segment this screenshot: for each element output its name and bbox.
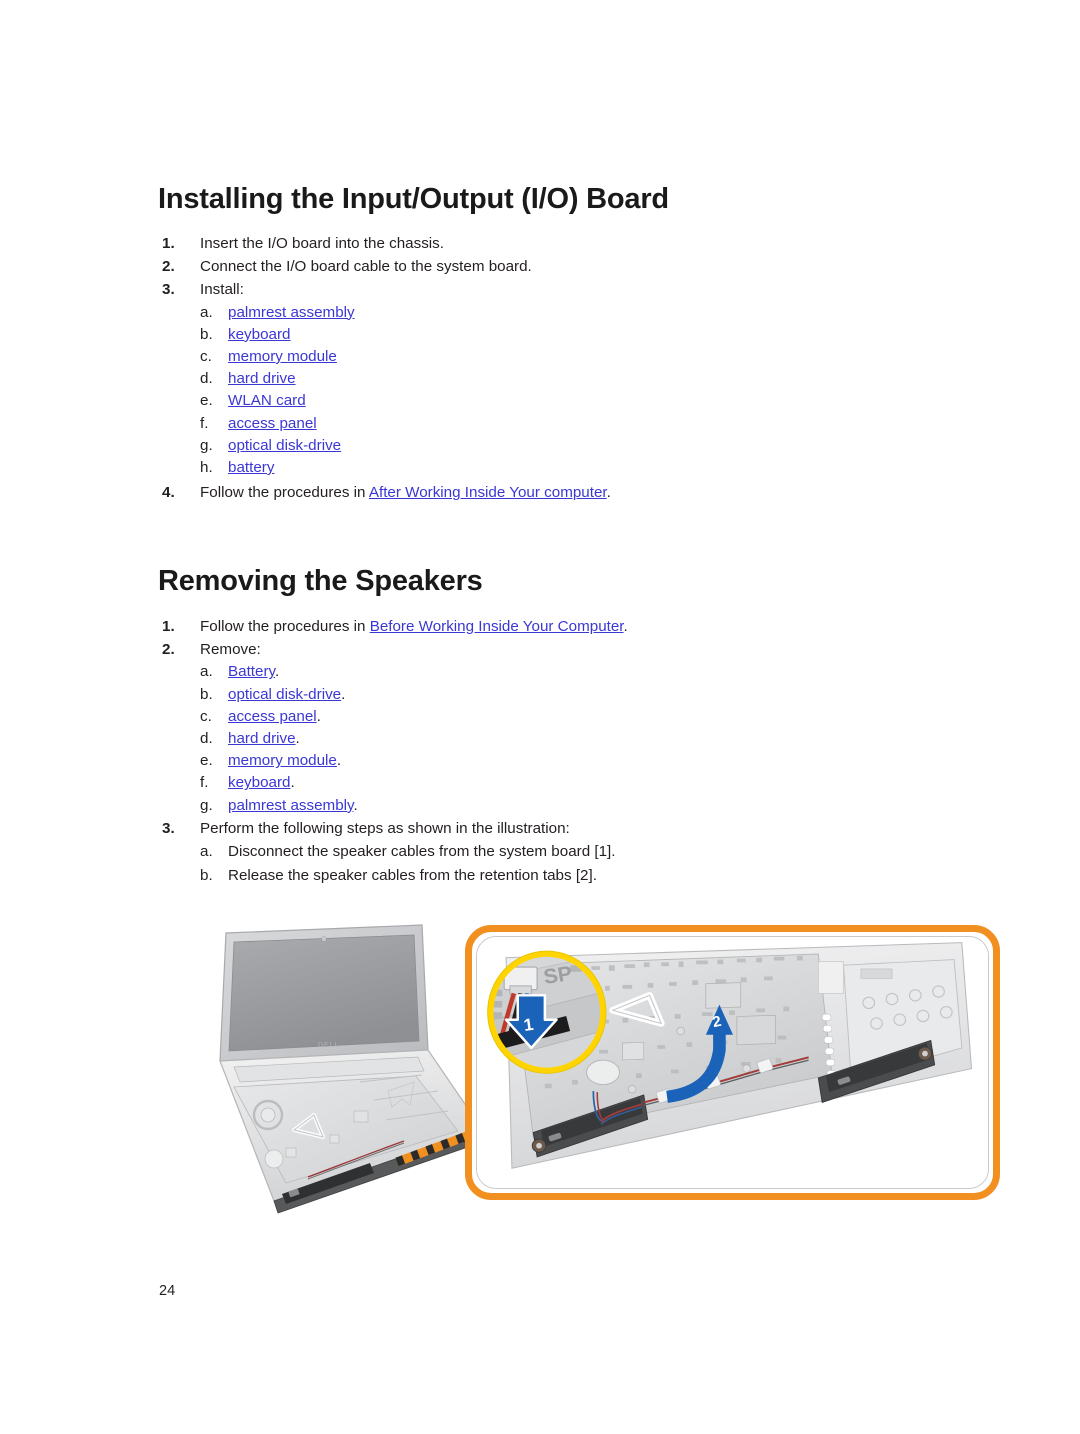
list-item: 4. Follow the procedures in After Working… [158, 481, 978, 504]
step-text-lead: Follow the procedures in [200, 618, 370, 635]
item-letter: g. [200, 796, 213, 814]
list-item: c. access panel. [200, 706, 978, 728]
list-item: 2. Connect the I/O board cable to the sys… [158, 255, 978, 278]
step-number: 2. [162, 258, 175, 276]
link-memory-module[interactable]: memory module [228, 752, 337, 769]
item-tail: . [316, 707, 321, 725]
link-after-working-inside-your-computer[interactable]: After Working Inside Your computer [369, 484, 607, 501]
link-hard-drive[interactable]: hard drive [228, 730, 296, 747]
remove-steps-list: 1. Follow the procedures in Before Workin… [158, 615, 978, 887]
list-item: e. memory module. [200, 750, 978, 772]
step-text: Insert the I/O board into the chassis. [200, 235, 444, 252]
detail-panel-inner: 2 SP 1 [476, 936, 989, 1189]
list-item: f. access panel [200, 413, 978, 435]
step-number: 3. [162, 819, 175, 837]
list-item: g. palmrest assembly. [200, 795, 978, 817]
item-letter: h. [200, 459, 213, 477]
item-text: Disconnect the speaker cables from the s… [228, 843, 616, 861]
list-item: h. battery [200, 457, 978, 479]
step-number: 1. [162, 618, 175, 635]
item-tail: . [275, 663, 280, 681]
item-letter: c. [200, 707, 212, 725]
list-item: a. palmrest assembly [200, 302, 978, 324]
step-text: Perform the following steps as shown in … [200, 819, 570, 837]
step-text-lead: Follow the procedures in [200, 484, 369, 502]
step-text: Connect the I/O board cable to the syste… [200, 258, 532, 276]
link-optical-disk-drive[interactable]: optical disk-drive [228, 437, 341, 454]
link-access-panel[interactable]: access panel [228, 708, 317, 725]
page-title-removing-speakers: Removing the Speakers [158, 565, 483, 597]
list-item: 3. Perform the following steps as shown i… [158, 817, 978, 840]
detail-panel: 2 SP 1 [465, 925, 1000, 1200]
item-letter: g. [200, 436, 213, 454]
step-text: Remove: [200, 641, 261, 659]
link-keyboard[interactable]: keyboard [228, 774, 290, 791]
item-letter: f. [200, 414, 209, 432]
step-text-tail: . [623, 618, 628, 635]
step-number: 4. [162, 484, 175, 502]
remove-sub-list: a. Battery. b. optical disk-drive. c. acces… [200, 661, 978, 816]
link-palmrest-assembly[interactable]: palmrest assembly [228, 797, 353, 814]
list-item: 2. Remove: [158, 638, 978, 661]
item-letter: b. [200, 325, 213, 343]
item-tail: . [353, 796, 358, 814]
document-page: Installing the Input/Output (I/O) Board … [0, 0, 1080, 1434]
step-number: 1. [162, 235, 175, 252]
svg-text:DELL: DELL [318, 1042, 340, 1049]
illustration-sub-list: a. Disconnect the speaker cables from the… [200, 840, 978, 887]
list-item: f. keyboard. [200, 772, 978, 794]
install-steps-list: 1. Insert the I/O board into the chassis.… [158, 232, 978, 504]
list-item: b. Release the speaker cables from the re… [200, 864, 978, 888]
list-item: 1. Insert the I/O board into the chassis. [158, 232, 978, 255]
install-sub-list: a. palmrest assembly b. keyboard c. memory … [200, 302, 978, 480]
speaker-removal-illustration: DELL 2 SP 1 [150, 905, 1010, 1225]
item-tail: . [295, 730, 300, 748]
page-title-installing-io-board: Installing the Input/Output (I/O) Board [158, 183, 669, 215]
list-item: d. hard drive. [200, 728, 978, 750]
item-letter: b. [200, 685, 213, 703]
list-item: 1. Follow the procedures in Before Workin… [158, 615, 978, 638]
link-memory-module[interactable]: memory module [228, 348, 337, 365]
item-tail: . [341, 685, 346, 703]
item-letter: e. [200, 752, 213, 770]
list-item: 3. Install: [158, 278, 978, 301]
item-letter: a. [200, 303, 213, 321]
link-before-working-inside-your-computer[interactable]: Before Working Inside Your Computer [370, 618, 624, 635]
laptop-lid: DELL [219, 924, 429, 1062]
list-item: a. Battery. [200, 661, 978, 683]
item-letter: e. [200, 392, 213, 410]
list-item: c. memory module [200, 346, 978, 368]
step-number: 3. [162, 281, 175, 299]
link-palmrest-assembly[interactable]: palmrest assembly [228, 304, 355, 321]
item-letter: d. [200, 370, 213, 388]
list-item: b. keyboard [200, 324, 978, 346]
step-text-tail: . [606, 484, 611, 502]
step-number: 2. [162, 641, 175, 659]
list-item: d. hard drive [200, 368, 978, 390]
link-access-panel[interactable]: access panel [228, 415, 317, 432]
link-keyboard[interactable]: keyboard [228, 326, 290, 343]
item-letter: a. [200, 663, 213, 681]
item-letter: a. [200, 843, 213, 861]
page-number: 24 [159, 1283, 176, 1299]
connector-label-sp: SP [542, 962, 574, 989]
item-tail: . [290, 774, 295, 792]
link-battery[interactable]: Battery [228, 663, 275, 680]
item-tail: . [336, 752, 342, 770]
list-item: e. WLAN card [200, 390, 978, 412]
item-letter: b. [200, 866, 213, 884]
list-item: g. optical disk-drive [200, 435, 978, 457]
link-hard-drive[interactable]: hard drive [228, 370, 296, 387]
step-text: Install: [200, 281, 244, 299]
item-text: Release the speaker cables from the rete… [228, 866, 597, 884]
item-letter: c. [200, 348, 212, 366]
list-item: b. optical disk-drive. [200, 684, 978, 706]
item-letter: d. [200, 730, 213, 748]
link-optical-disk-drive[interactable]: optical disk-drive [228, 686, 341, 703]
link-battery[interactable]: battery [228, 459, 274, 476]
item-letter: f. [200, 774, 209, 792]
laptop-illustration: DELL [190, 915, 490, 1215]
list-item: a. Disconnect the speaker cables from the… [200, 840, 978, 864]
link-wlan-card[interactable]: WLAN card [228, 392, 306, 409]
